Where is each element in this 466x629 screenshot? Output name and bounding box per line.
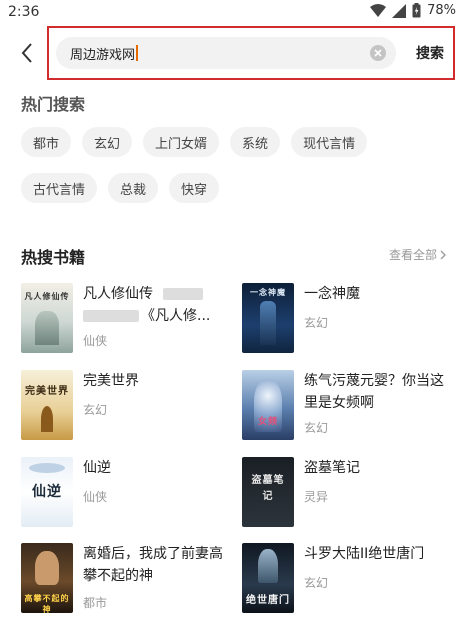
book-title: 盗墓笔记 [304,460,360,476]
status-icons: 78% [370,3,456,18]
view-all-link[interactable]: 查看全部 [389,246,446,263]
clear-button[interactable] [370,45,386,61]
signal-icon [392,3,407,18]
cover-art [35,311,59,345]
cover-title: 女频 [257,417,278,427]
tag-gudai-yanqing[interactable]: 古代言情 [21,173,98,203]
search-bar-highlight: 周边游戏网 搜索 [47,26,455,80]
book-item[interactable]: 凡人修仙传 凡人修仙传 《凡人修... 仙侠 [21,283,231,355]
book-title: 完美世界 [83,373,139,389]
book-genre: 仙侠 [83,334,108,348]
tag-zongcai[interactable]: 总裁 [108,173,159,203]
tag-shangmen-nuxu[interactable]: 上门女婿 [143,127,220,157]
hot-books-title: 热搜书籍 [21,248,86,267]
wifi-icon [370,3,387,17]
book-title: 仙逆 [83,460,111,476]
book-cover: 女频 [242,370,294,440]
book-cover: 凡人修仙传 [21,283,73,353]
book-title-line2: 《凡人修... [141,308,211,324]
cover-art [41,406,53,432]
cover-title: 完美世界 [25,386,69,397]
blurred-text [83,310,139,322]
book-genre: 玄幻 [304,576,329,590]
book-item[interactable]: 一念神魔 一念神魔 玄幻 [242,283,452,355]
status-bar: 2:36 78% [0,0,466,26]
clear-circle-icon [374,49,382,57]
book-title: 一念神魔 [304,286,360,302]
cover-title: 盗墓笔记 [251,475,285,502]
tag-kuaichuan[interactable]: 快穿 [169,173,220,203]
search-input[interactable]: 周边游戏网 [56,37,396,69]
cover-art [258,549,278,583]
cover-title: 一念神魔 [250,288,286,297]
cover-art [260,301,276,345]
status-time: 2:36 [8,4,40,20]
cover-art [29,463,65,473]
cover-title: 绝世唐门 [246,595,290,606]
book-cover: 高攀不起的神 [21,543,73,613]
cover-title: 仙逆 [32,484,62,500]
book-genre: 玄幻 [83,403,108,417]
book-item[interactable]: 盗墓笔记 盗墓笔记 灵异 [242,457,452,529]
book-cover: 完美世界 [21,370,73,440]
book-item[interactable]: 绝世唐门 斗罗大陆II绝世唐门 玄幻 [242,543,452,615]
book-item[interactable]: 完美世界 完美世界 玄幻 [21,370,231,442]
blurred-text [163,288,204,300]
chevron-right-icon [440,250,446,259]
book-title: 斗罗大陆II绝世唐门 [304,546,425,562]
book-genre: 玄幻 [304,421,329,435]
tag-xuanhuan[interactable]: 玄幻 [82,127,133,157]
book-genre: 都市 [83,596,108,610]
tag-xitong[interactable]: 系统 [230,127,281,157]
view-all-label: 查看全部 [388,248,437,262]
book-genre: 仙侠 [83,490,108,504]
book-genre: 玄幻 [304,316,329,330]
hot-search-tags: 都市 玄幻 上门女婿 系统 现代言情 古代言情 总裁 快穿 [21,127,451,203]
search-button[interactable]: 搜索 [416,43,444,63]
book-title-text: 凡人修仙传 [83,286,153,302]
chevron-left-icon [21,43,32,63]
book-cover: 盗墓笔记 [242,457,294,527]
book-item[interactable]: 仙逆 仙逆 仙侠 [21,457,231,529]
book-cover: 一念神魔 [242,283,294,353]
book-item[interactable]: 高攀不起的神 离婚后，我成了前妻高攀不起的神 都市 [21,543,231,615]
hot-search-title: 热门搜索 [21,95,86,114]
search-query: 周边游戏网 [70,47,136,63]
book-cover: 仙逆 [21,457,73,527]
battery-icon [412,3,421,18]
battery-percent: 78% [427,3,456,18]
book-genre: 灵异 [304,490,329,504]
cover-title: 凡人修仙传 [24,292,70,301]
text-caret [136,45,138,61]
book-title: 凡人修仙传 《凡人修... [83,283,223,327]
book-cover: 绝世唐门 [242,543,294,613]
book-title: 离婚后，我成了前妻高攀不起的神 [83,546,223,584]
cover-title: 高攀不起的神 [24,594,70,613]
cover-art [35,551,59,585]
book-item[interactable]: 女频 练气污蔑元婴？你当这里是女频啊 玄幻 [242,370,452,442]
back-button[interactable] [14,38,40,68]
book-title: 练气污蔑元婴？你当这里是女频啊 [304,373,444,411]
tag-xiandai-yanqing[interactable]: 现代言情 [291,127,368,157]
tag-dushi[interactable]: 都市 [21,127,72,157]
